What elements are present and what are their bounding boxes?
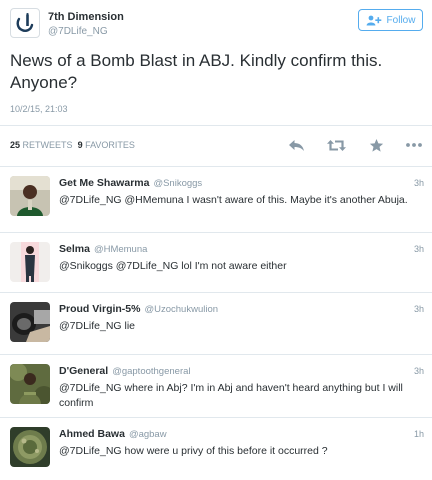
reply-item[interactable]: Ahmed Bawa @agbaw 1h @7DLife_NG how were … (0, 418, 432, 480)
tweet-timestamp[interactable]: 10/2/15, 21:03 (10, 104, 68, 114)
favorites-count: 9 (77, 140, 83, 150)
reply-text: @7DLife_NG how were u privy of this befo… (59, 445, 328, 457)
reply-text: @7DLife_NG @HMemuna I wasn't aware of th… (59, 194, 408, 206)
reply-time[interactable]: 3h (414, 304, 424, 314)
main-tweet: 7th Dimension @7DLife_NG Follow News of … (0, 0, 432, 166)
reply-handle: @Uzochukwulion (144, 304, 219, 315)
follow-button[interactable]: Follow (358, 9, 423, 31)
reply-text: @Snikoggs @7DLife_NG lol I'm not aware e… (59, 260, 287, 272)
reply-author-name[interactable]: Get Me Shawarma @Snikoggs (59, 177, 202, 189)
reply-author-name[interactable]: Proud Virgin-5% @Uzochukwulion (59, 303, 218, 315)
reply-icon (288, 139, 304, 151)
avatar[interactable] (10, 302, 50, 342)
more-dots-icon (406, 143, 422, 147)
reply-name-text: Ahmed Bawa (59, 428, 125, 440)
avatar-image (10, 302, 50, 342)
reply-author-name[interactable]: Selma @HMemuna (59, 243, 147, 255)
reply-button[interactable] (286, 136, 306, 154)
tweet-text: News of a Bomb Blast in ABJ. Kindly conf… (10, 51, 383, 92)
reply-handle: @gaptoothgeneral (112, 366, 191, 377)
avatar[interactable] (10, 176, 50, 216)
retweet-icon (326, 139, 346, 151)
add-user-icon (366, 15, 381, 25)
author-handle[interactable]: @7DLife_NG (48, 26, 108, 37)
reply-time[interactable]: 3h (414, 244, 424, 254)
follow-label: Follow (386, 14, 416, 26)
avatar[interactable] (10, 364, 50, 404)
reply-name-text: Selma (59, 243, 90, 255)
reply-item[interactable]: Selma @HMemuna 3h @Snikoggs @7DLife_NG lo… (0, 233, 432, 293)
favorites-stat[interactable]: 9 FAVORITES (78, 140, 135, 150)
retweets-stat[interactable]: 25 RETWEETS (10, 140, 73, 150)
reply-item[interactable]: Get Me Shawarma @Snikoggs 3h @7DLife_NG @… (0, 167, 432, 233)
avatar-image (10, 427, 50, 467)
favorite-button[interactable] (366, 136, 386, 154)
7th-dimension-logo-icon (16, 13, 34, 32)
avatar-image (10, 364, 50, 404)
author-name[interactable]: 7th Dimension (48, 11, 124, 23)
reply-name-text: Get Me Shawarma (59, 177, 150, 189)
reply-text: @7DLife_NG where in Abj? I'm in Abj and … (59, 382, 403, 409)
reply-name-text: D'General (59, 365, 109, 377)
avatar-image (10, 176, 50, 216)
reply-handle: @agbaw (128, 429, 167, 440)
retweet-button[interactable] (326, 136, 346, 154)
reply-handle: @Snikoggs (153, 178, 203, 189)
avatar-image (10, 242, 50, 282)
author-avatar[interactable] (10, 8, 40, 38)
favorite-star-icon (369, 138, 383, 152)
reply-author-name[interactable]: D'General @gaptoothgeneral (59, 365, 191, 377)
reply-text: @7DLife_NG lie (59, 320, 136, 332)
reply-item[interactable]: D'General @gaptoothgeneral 3h @7DLife_NG … (0, 355, 432, 418)
reply-handle: @HMemuna (93, 244, 148, 255)
reply-author-name[interactable]: Ahmed Bawa @agbaw (59, 428, 167, 440)
reply-time[interactable]: 1h (414, 429, 424, 439)
favorites-label: FAVORITES (85, 140, 135, 150)
tweet-actions (286, 136, 426, 154)
reply-name-text: Proud Virgin-5% (59, 303, 141, 315)
tweet-detail-page: 7th Dimension @7DLife_NG Follow News of … (0, 0, 432, 480)
reply-time[interactable]: 3h (414, 178, 424, 188)
retweets-count: 25 (10, 140, 21, 150)
avatar[interactable] (10, 427, 50, 467)
retweets-label: RETWEETS (22, 140, 73, 150)
reply-item[interactable]: Proud Virgin-5% @Uzochukwulion 3h @7DLife… (0, 293, 432, 355)
reply-time[interactable]: 3h (414, 366, 424, 376)
replies-list: Get Me Shawarma @Snikoggs 3h @7DLife_NG @… (0, 166, 432, 480)
tweet-stats: 25 RETWEETS 9 FAVORITES (10, 140, 135, 150)
more-button[interactable] (404, 136, 424, 154)
divider (0, 125, 432, 126)
avatar[interactable] (10, 242, 50, 282)
